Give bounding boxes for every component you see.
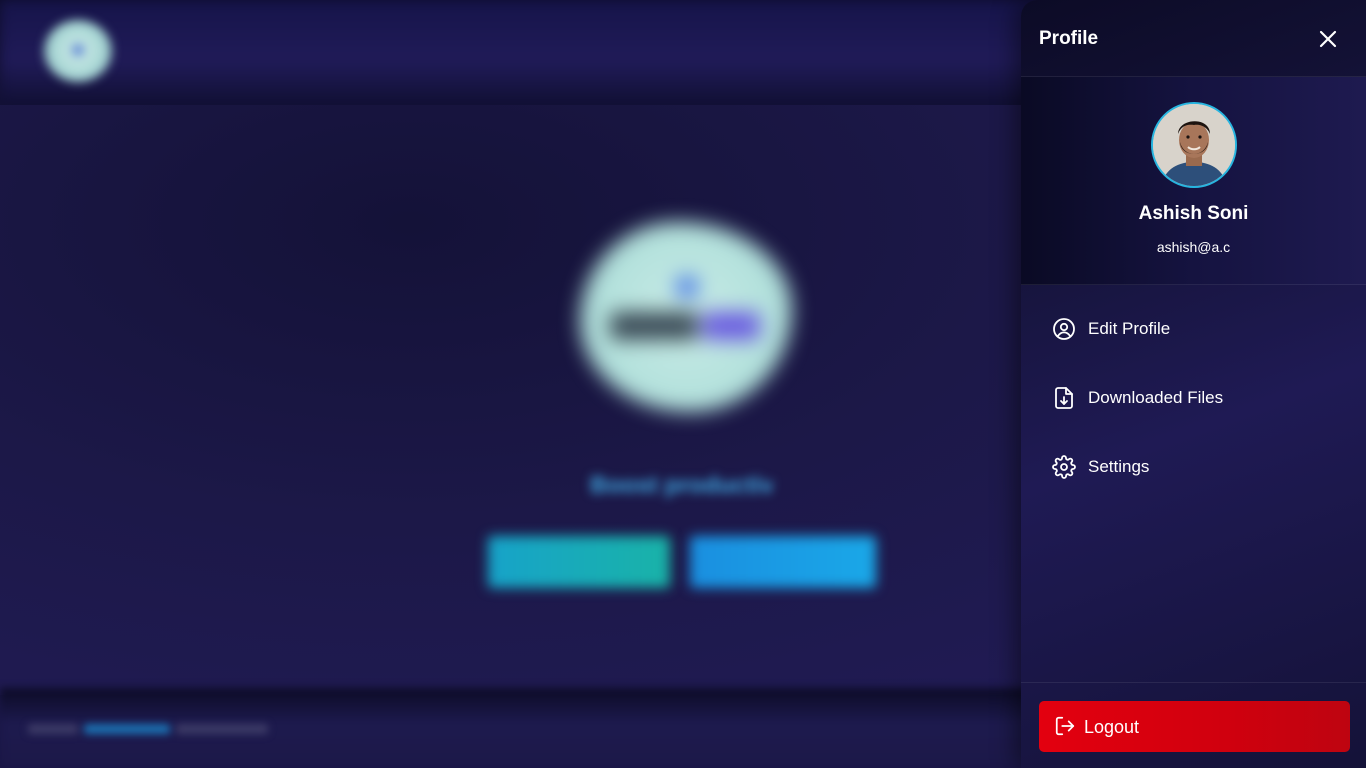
close-button[interactable] xyxy=(1313,24,1343,54)
menu-item-label: Edit Profile xyxy=(1088,319,1171,338)
menu-item-downloaded-files[interactable]: Downloaded Files xyxy=(1021,363,1366,432)
close-icon xyxy=(1319,30,1337,48)
avatar[interactable] xyxy=(1151,102,1237,188)
background-footer-text xyxy=(28,720,268,740)
gear-icon xyxy=(1051,454,1077,480)
profile-menu: Edit Profile Downloaded Files Settings xyxy=(1021,294,1366,501)
background-tagline: Boost productivity xyxy=(590,472,772,499)
menu-item-label: Downloaded Files xyxy=(1088,388,1224,407)
file-download-icon xyxy=(1051,385,1077,411)
drawer-header: Profile xyxy=(1021,0,1366,77)
menu-item-settings[interactable]: Settings xyxy=(1021,432,1366,501)
background-hero-logo xyxy=(580,222,792,412)
profile-summary: Ashish Soni ashish@a.c xyxy=(1021,77,1366,285)
avatar-photo xyxy=(1153,104,1235,186)
user-email: ashish@a.c xyxy=(1156,239,1231,255)
logout-button[interactable]: Logout xyxy=(1039,701,1350,752)
background-primary-button xyxy=(488,536,670,588)
background-header-logo xyxy=(44,20,112,82)
logout-label: Logout xyxy=(1084,717,1140,737)
user-circle-icon xyxy=(1051,316,1077,342)
background-secondary-button xyxy=(690,536,876,588)
user-name: Ashish Soni xyxy=(1138,203,1249,224)
profile-drawer: Profile Ashish Soni ashish@a.c Edit Prof… xyxy=(1021,0,1366,768)
drawer-footer: Logout xyxy=(1021,682,1366,768)
logout-icon xyxy=(1053,714,1077,738)
drawer-title: Profile xyxy=(1039,28,1099,49)
menu-item-label: Settings xyxy=(1088,457,1150,476)
menu-item-edit-profile[interactable]: Edit Profile xyxy=(1021,294,1366,363)
